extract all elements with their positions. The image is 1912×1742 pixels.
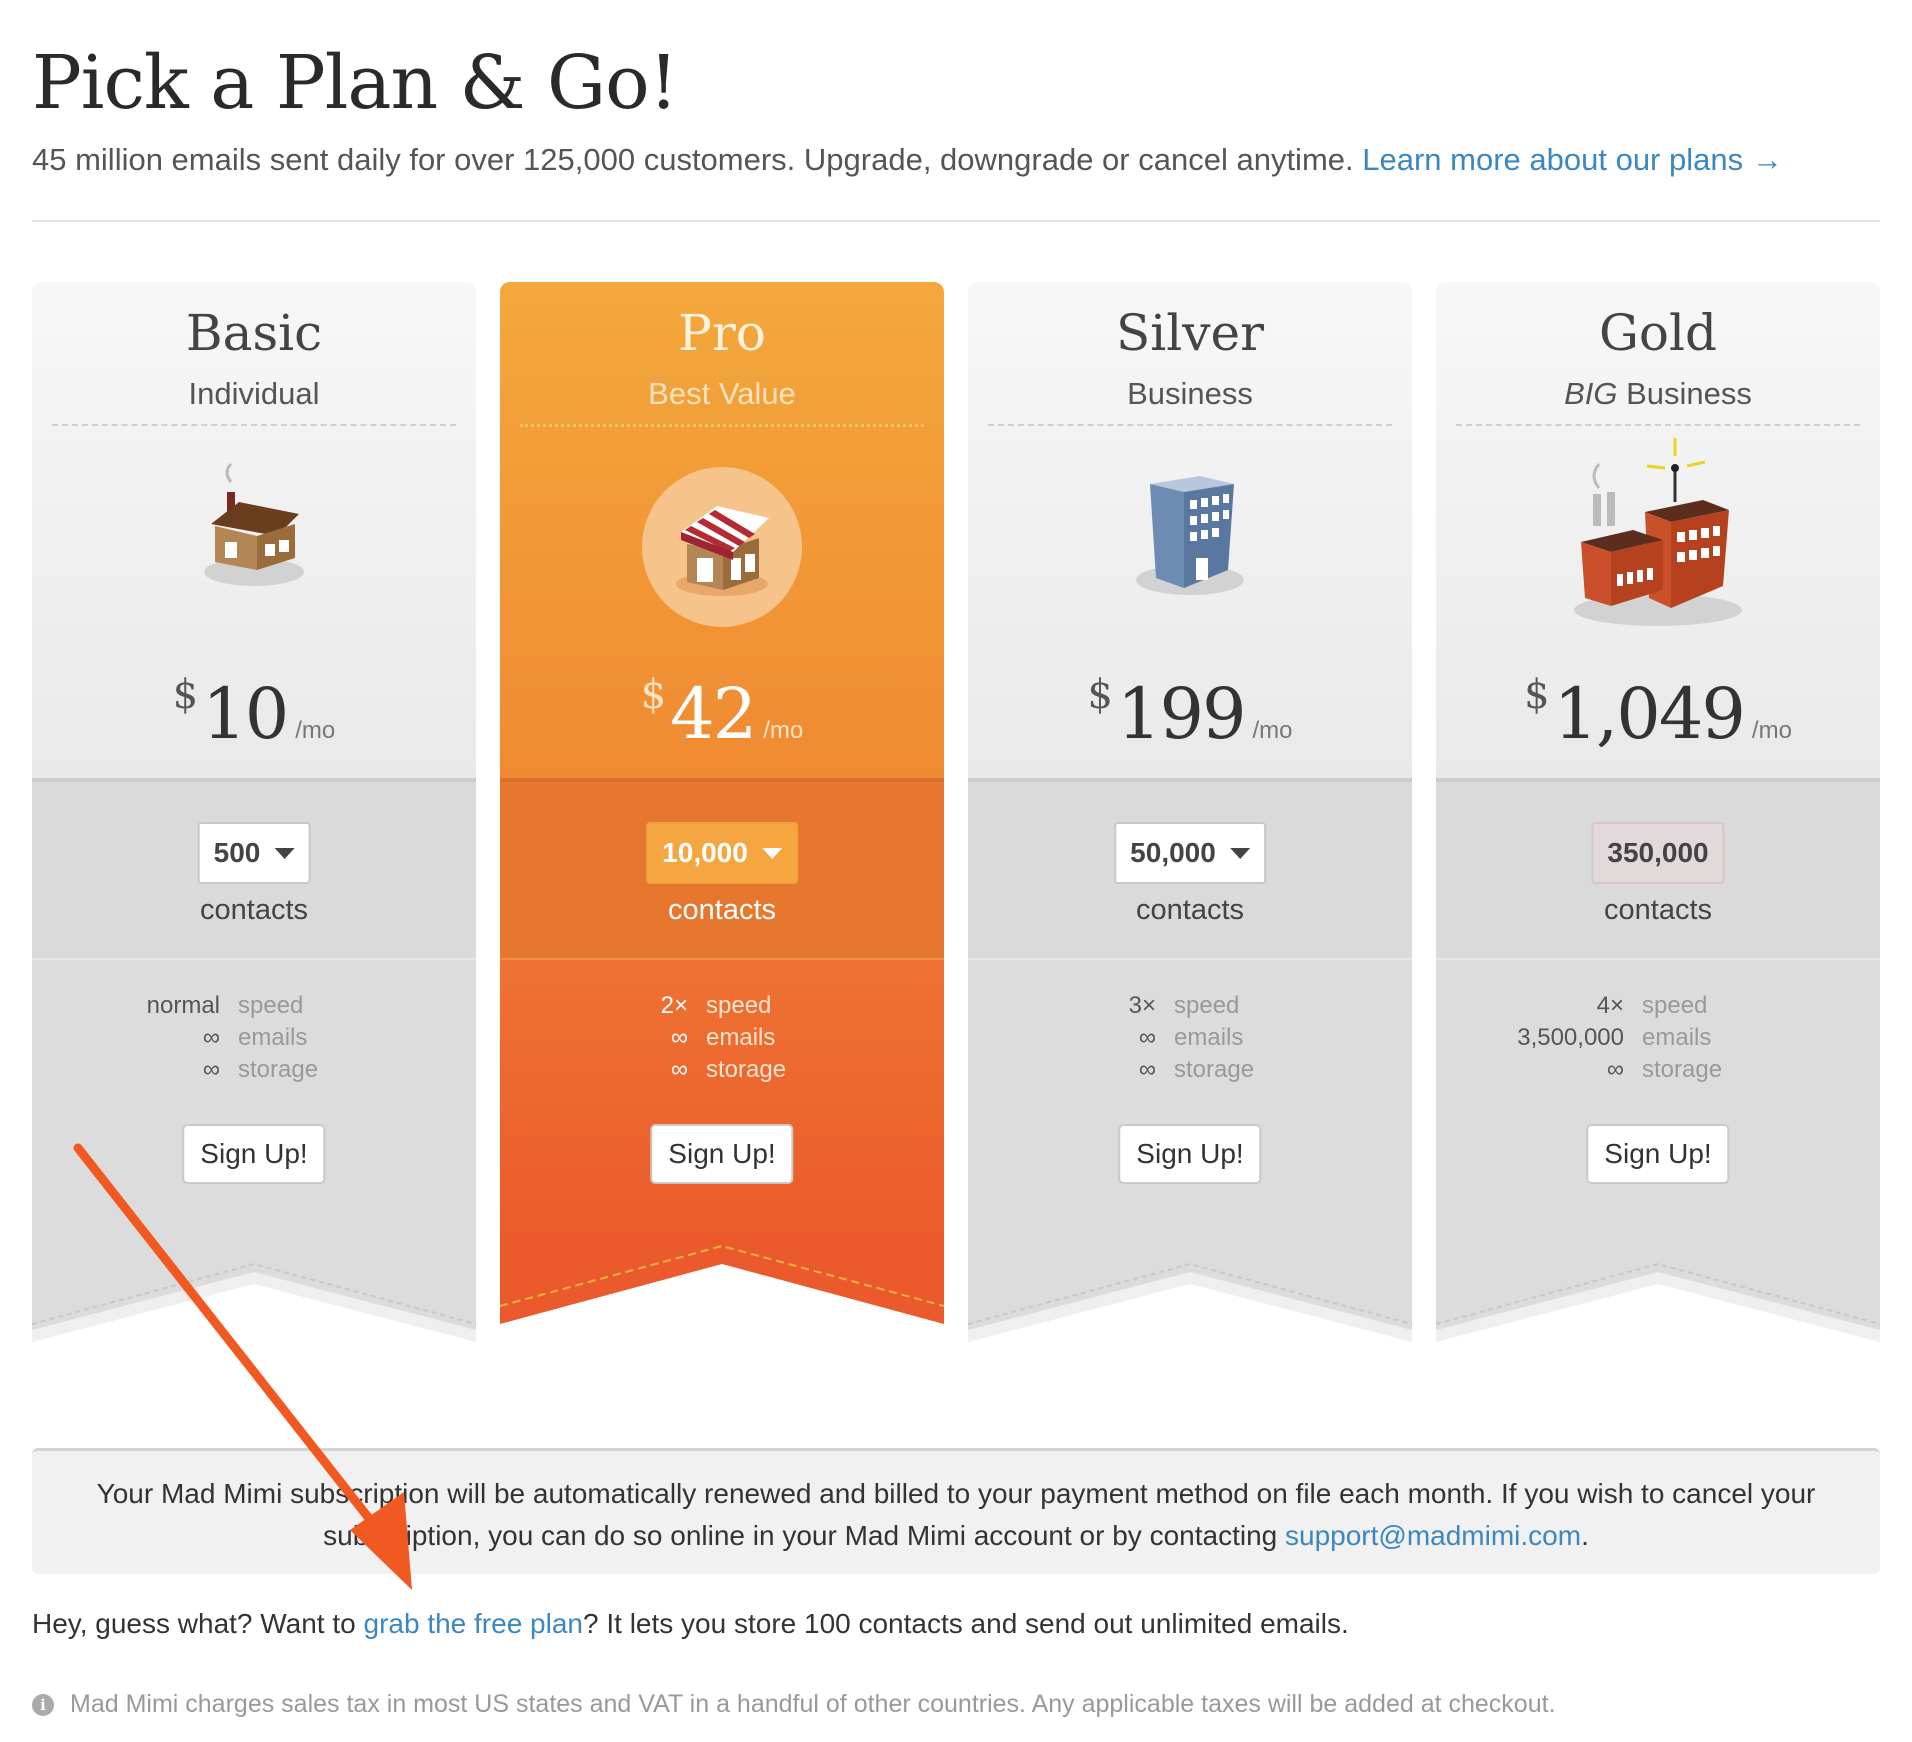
plan-card-pro: Pro Best Value $42 /mo 10,000 contacts 2…: [500, 282, 944, 1342]
feature-row: ∞ storage: [1138, 1056, 1255, 1083]
card-ribbon-tail: [32, 1240, 476, 1342]
plan-price: $1,049/mo: [1524, 672, 1792, 755]
learn-more-link[interactable]: Learn more about our plans →: [1362, 142, 1782, 177]
feature-list: 4× speed 3,500,000 emails ∞ storage: [1436, 990, 1880, 1086]
info-icon: i: [32, 1693, 54, 1716]
feature-row: ∞ storage: [202, 1056, 319, 1083]
support-email-link[interactable]: support@madmimi.com: [1285, 1520, 1581, 1551]
feature-row: 3,500,000 emails: [1517, 1024, 1712, 1051]
feature-row: ∞ emails: [670, 1024, 776, 1051]
contacts-dropdown[interactable]: 10,000: [646, 822, 798, 884]
signup-button-gold[interactable]: Sign Up!: [1586, 1124, 1730, 1184]
feature-row: 2× speed: [660, 992, 772, 1019]
feature-row: ∞ emails: [1138, 1024, 1244, 1051]
signup-button-silver[interactable]: Sign Up!: [1118, 1124, 1262, 1184]
plan-tagline: Best Value: [648, 376, 796, 411]
contacts-value-box: 350,000: [1591, 822, 1725, 884]
dashed-divider: [1456, 424, 1860, 426]
plan-tagline: Business: [1127, 376, 1253, 411]
card-ribbon-tail: [500, 1240, 944, 1324]
page-title: Pick a Plan & Go!: [32, 40, 678, 126]
feature-list: 3× speed ∞ emails ∞ storage: [968, 990, 1412, 1086]
signup-button-pro[interactable]: Sign Up!: [650, 1124, 794, 1184]
feature-row: 3× speed: [1128, 992, 1240, 1019]
plan-name: Gold: [1598, 304, 1718, 362]
plan-price: $42/mo: [640, 672, 804, 755]
plans-row: Basic Individual $10/mo 500 contacts nor…: [32, 282, 1880, 1342]
plan-name: Silver: [1116, 304, 1264, 362]
contacts-dropdown[interactable]: 500: [197, 822, 311, 884]
tax-note: i Mad Mimi charges sales tax in most US …: [32, 1690, 1556, 1719]
contacts-label: contacts: [200, 894, 308, 926]
dashed-divider: [52, 424, 456, 426]
contacts-label: contacts: [1604, 894, 1712, 926]
plan-tagline: BIG Business: [1564, 376, 1752, 411]
plan-card-gold: Gold BIG Business $1,049 /mo 350,000 con…: [1436, 282, 1880, 1342]
plan-price: $199/mo: [1087, 672, 1293, 755]
plan-tagline: Individual: [188, 376, 320, 411]
plan-card-silver: Silver Business $199/mo 50,000 contacts …: [968, 282, 1412, 1342]
feature-row: normal speed: [146, 992, 304, 1019]
contacts-dropdown[interactable]: 50,000: [1114, 822, 1266, 884]
card-ribbon-tail: [1436, 1240, 1880, 1342]
plan-price: $10/mo: [172, 672, 336, 755]
dotted-divider: [520, 424, 924, 427]
office-building-icon: [968, 462, 1412, 632]
plan-card-basic: Basic Individual $10/mo 500 contacts nor…: [32, 282, 476, 1342]
contacts-label: contacts: [668, 894, 776, 926]
feature-row: ∞ emails: [202, 1024, 308, 1051]
feature-row: ∞ storage: [670, 1056, 787, 1083]
divider: [32, 220, 1880, 222]
chevron-down-icon: [274, 847, 295, 859]
feature-list: normal speed ∞ emails ∞ storage: [32, 990, 476, 1086]
signup-button-basic[interactable]: Sign Up!: [182, 1124, 326, 1184]
card-ribbon-tail: [968, 1240, 1412, 1342]
chevron-down-icon: [761, 847, 782, 859]
dashed-divider: [988, 424, 1392, 426]
billing-notice: Your Mad Mimi subscription will be autom…: [32, 1448, 1880, 1574]
contacts-label: contacts: [1136, 894, 1244, 926]
plan-name: Pro: [678, 304, 766, 362]
feature-list: 2× speed ∞ emails ∞ storage: [500, 990, 944, 1086]
feature-row: 4× speed: [1596, 992, 1708, 1019]
house-icon: [32, 462, 476, 632]
chevron-down-icon: [1229, 847, 1250, 859]
feature-row: ∞ storage: [1606, 1056, 1723, 1083]
factory-icon: [1436, 430, 1880, 630]
free-plan-line: Hey, guess what? Want to grab the free p…: [32, 1608, 1349, 1639]
free-plan-link[interactable]: grab the free plan: [364, 1608, 584, 1639]
shop-icon: [500, 462, 944, 632]
plan-name: Basic: [185, 304, 323, 362]
page-subtitle: 45 million emails sent daily for over 12…: [32, 142, 1783, 177]
